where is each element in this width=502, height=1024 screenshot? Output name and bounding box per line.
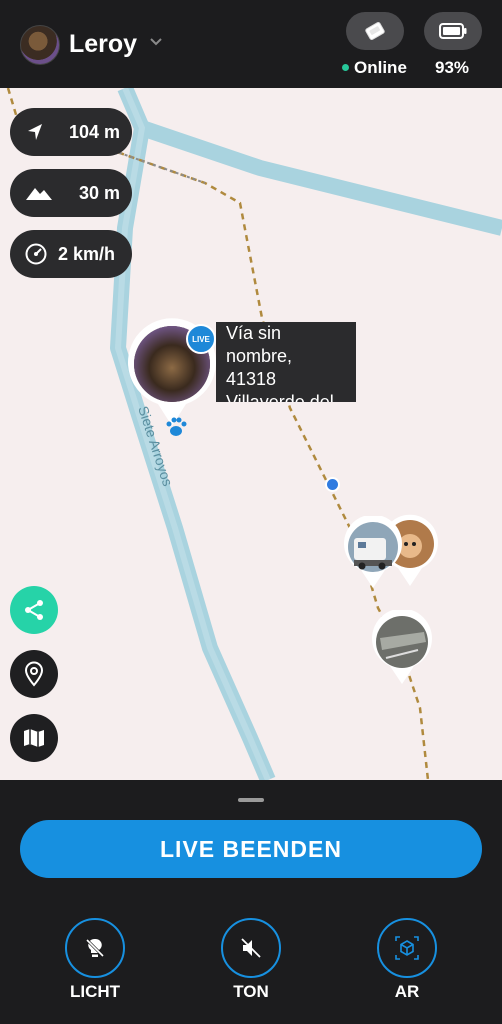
sound-label: TON	[233, 982, 269, 1001]
pet-avatar[interactable]	[20, 25, 60, 65]
battery-level: 93%	[435, 58, 470, 77]
share-icon	[25, 600, 43, 620]
altitude-pill: 30 m	[10, 169, 132, 217]
end-live-button[interactable]: LIVE BEENDEN	[20, 820, 482, 878]
mute-icon	[241, 938, 261, 958]
mountain-icon	[26, 188, 52, 200]
connection-status: Online	[354, 58, 407, 77]
map-icon	[24, 729, 44, 747]
pet-name[interactable]: Leroy	[69, 30, 137, 59]
light-label: LICHT	[69, 982, 121, 1001]
location-button[interactable]	[10, 650, 58, 698]
sheet-handle[interactable]	[238, 798, 264, 802]
address-tooltip: Vía sin nombre, 41318 Villaverde del Río	[216, 322, 356, 402]
distance-pill: 104 m	[10, 108, 132, 156]
ar-label: AR	[394, 982, 420, 1001]
photo-pin-van[interactable]	[342, 516, 404, 590]
speed-pill: 2 km/h	[10, 230, 132, 278]
photo-pin-road[interactable]	[370, 610, 434, 686]
location-icon	[24, 661, 44, 687]
live-badge: LIVE	[186, 324, 216, 354]
online-indicator	[342, 64, 349, 71]
tracker-device-icon	[365, 22, 385, 40]
distance-value: 104 m	[68, 121, 120, 142]
navigation-arrow-icon	[28, 124, 42, 140]
ar-cube-icon	[395, 936, 419, 960]
battery-icon	[439, 23, 467, 39]
bottom-sheet: LIVE BEENDEN LICHT TON AR	[0, 780, 502, 1024]
altitude-value: 30 m	[78, 182, 120, 203]
map-view[interactable]: Siete Arroyos 104 m 30 m 2 km/h Vía sin …	[0, 88, 502, 780]
my-location-dot	[325, 477, 340, 492]
paw-icon	[166, 417, 187, 436]
lightbulb-off-icon	[84, 937, 106, 959]
battery-button[interactable]	[424, 12, 482, 50]
map-layers-button[interactable]	[10, 714, 58, 762]
speedometer-icon	[25, 243, 47, 265]
speed-value: 2 km/h	[58, 243, 116, 264]
ar-button[interactable]	[377, 918, 437, 978]
share-button[interactable]	[10, 586, 58, 634]
tracker-device-button[interactable]	[346, 12, 404, 50]
light-button[interactable]	[65, 918, 125, 978]
chevron-down-icon[interactable]	[149, 34, 163, 48]
sound-button[interactable]	[221, 918, 281, 978]
top-bar: Leroy Online 93%	[0, 0, 502, 88]
